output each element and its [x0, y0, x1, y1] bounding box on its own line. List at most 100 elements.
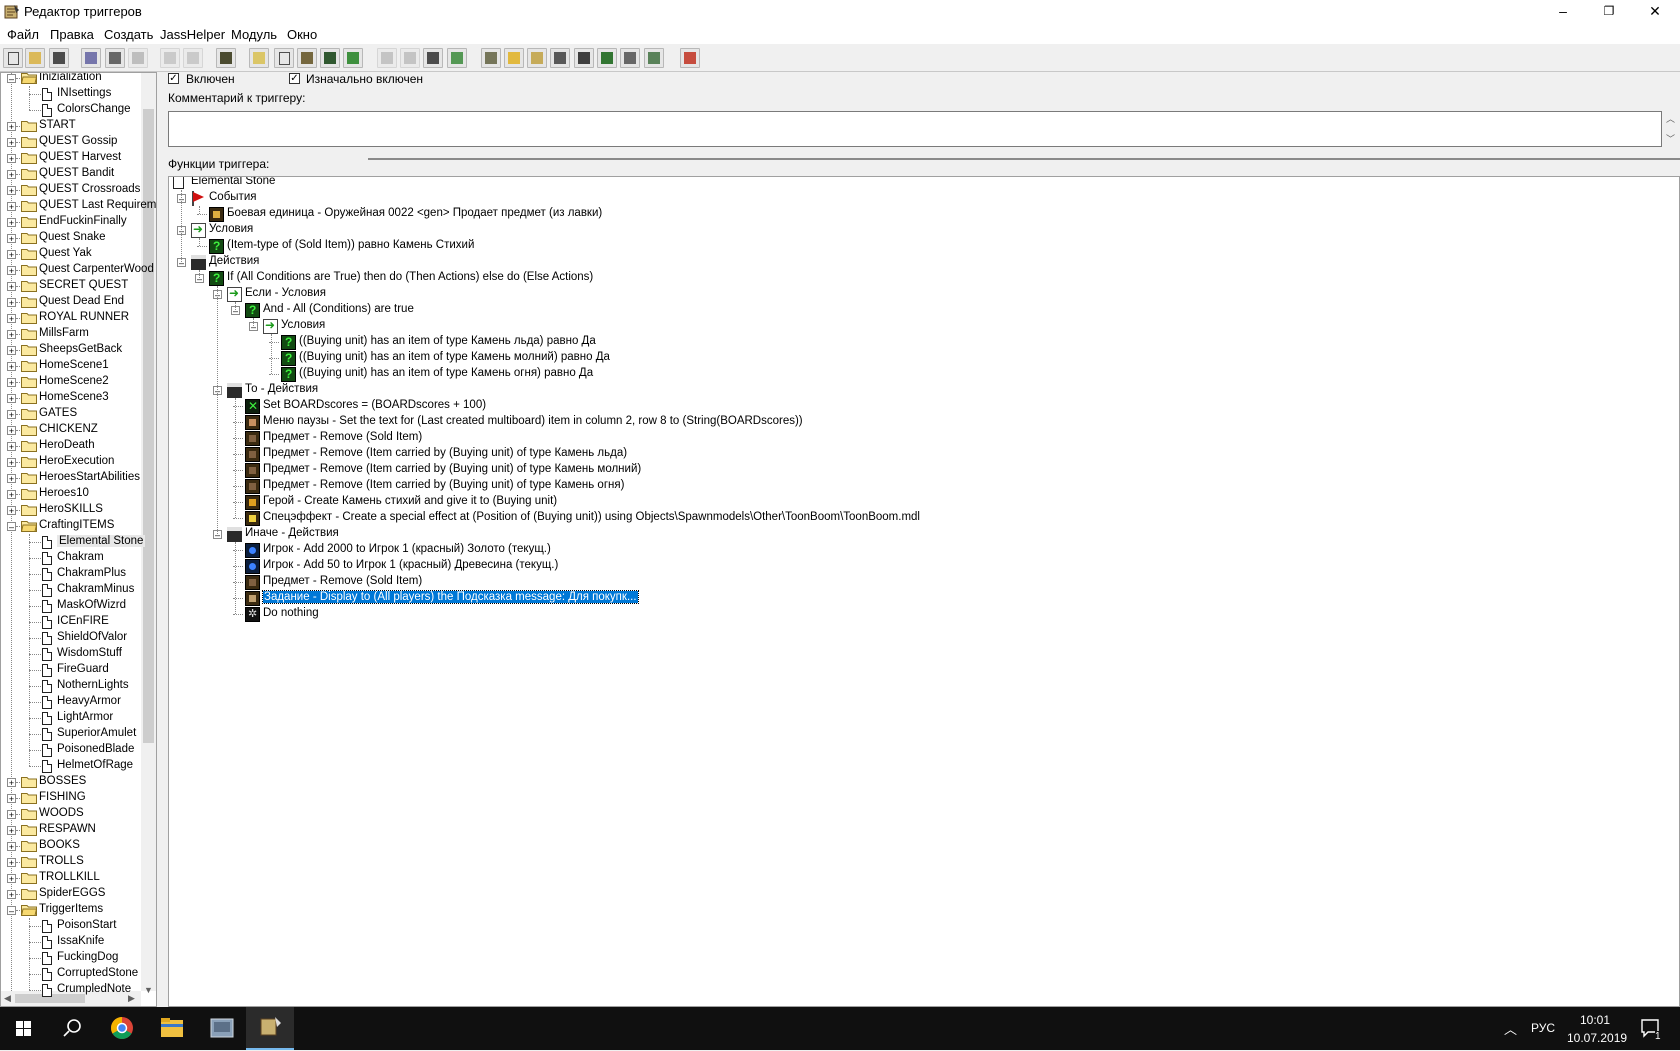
comment-textarea[interactable]	[168, 111, 1662, 147]
expand-icon[interactable]: +	[7, 410, 16, 420]
enabled-checkbox[interactable]: ✓	[168, 73, 179, 84]
expand-icon[interactable]: +	[7, 794, 16, 804]
expand-icon[interactable]: +	[7, 170, 16, 180]
tree-category[interactable]: + HeroDeath	[1, 438, 141, 454]
tree-category[interactable]: + SheepsGetBack	[1, 342, 141, 358]
expand-icon[interactable]: +	[7, 490, 16, 500]
copy-icon[interactable]	[105, 48, 125, 68]
expand-icon[interactable]: +	[7, 282, 16, 292]
chrome-icon[interactable]	[98, 1007, 146, 1050]
comment-scroll-down-icon[interactable]: ﹀	[1666, 132, 1675, 145]
expand-icon[interactable]: +	[7, 810, 16, 820]
expand-icon[interactable]: +	[7, 330, 16, 340]
start-windows-icon[interactable]	[0, 1007, 48, 1050]
function-tree-row[interactable]: Предмет - Remove (Item carried by (Buyin…	[169, 478, 1669, 494]
tree-category[interactable]: + TROLLS	[1, 854, 141, 870]
tree-category[interactable]: + HomeScene1	[1, 358, 141, 374]
variables-icon[interactable]	[343, 48, 363, 68]
tree-category[interactable]: + QUEST Harvest	[1, 150, 141, 166]
expand-icon[interactable]: +	[7, 442, 16, 452]
tree-category[interactable]: + BOOKS	[1, 838, 141, 854]
function-tree-row[interactable]: Предмет - Remove (Item carried by (Buyin…	[169, 446, 1669, 462]
new-comment-icon[interactable]	[297, 48, 317, 68]
initially-enabled-checkbox[interactable]: ✓	[289, 73, 300, 84]
tree-trigger-item[interactable]: INIsettings	[1, 86, 141, 102]
expand-icon[interactable]: +	[7, 778, 16, 788]
menu-jasshelper[interactable]: JassHelper	[160, 27, 225, 42]
expand-icon[interactable]: +	[7, 250, 16, 260]
new-condition-icon[interactable]	[400, 48, 420, 68]
import-manager-icon[interactable]	[644, 48, 664, 68]
test-run-icon[interactable]	[680, 48, 700, 68]
expand-icon[interactable]: +	[7, 154, 16, 164]
paste-icon[interactable]	[128, 48, 148, 68]
expand-icon[interactable]: +	[7, 426, 16, 436]
function-tree-row[interactable]: Игрок - Add 50 to Игрок 1 (красный) Древ…	[169, 558, 1669, 574]
tree-category[interactable]: + WOODS	[1, 806, 141, 822]
function-tree-row[interactable]: – События	[169, 190, 1669, 206]
tree-trigger-item[interactable]: ICEnFIRE	[1, 614, 141, 630]
tree-trigger-item[interactable]: ColorsChange	[1, 102, 141, 118]
function-tree-row[interactable]: –If (All Conditions are True) then do (T…	[169, 270, 1669, 286]
expand-icon[interactable]: +	[7, 874, 16, 884]
tree-category[interactable]: + Quest Yak	[1, 246, 141, 262]
cut-icon[interactable]	[81, 48, 101, 68]
new-action-icon[interactable]	[423, 48, 443, 68]
expand-icon[interactable]: +	[7, 858, 16, 868]
close-button[interactable]: ✕	[1632, 0, 1678, 24]
function-tree-row[interactable]: Предмет - Remove (Item carried by (Buyin…	[169, 462, 1669, 478]
tree-category[interactable]: + HomeScene3	[1, 390, 141, 406]
expand-icon[interactable]: +	[7, 362, 16, 372]
tree-category[interactable]: – TriggerItems	[1, 902, 141, 918]
expand-icon[interactable]: +	[7, 186, 16, 196]
trigger-editor-taskbar-button[interactable]	[246, 1007, 294, 1050]
function-tree-row[interactable]: Спецэффект - Create a special effect at …	[169, 510, 1669, 526]
tree-category[interactable]: + HeroesStartAbilities	[1, 470, 141, 486]
tree-trigger-item[interactable]: ChakramPlus	[1, 566, 141, 582]
function-tree-row[interactable]: –Условия	[169, 318, 1669, 334]
menu-create[interactable]: Создать	[104, 27, 153, 42]
tray-clock-time[interactable]: 10:01	[1580, 1013, 1610, 1027]
function-tree-row[interactable]: (Item-type of (Sold Item)) равно Камень …	[169, 238, 1669, 254]
scroll-down-arrow-icon[interactable]: ▼	[144, 985, 153, 995]
tree-trigger-item[interactable]: MaskOfWizrd	[1, 598, 141, 614]
tree-trigger-item[interactable]: FireGuard	[1, 662, 141, 678]
ai-editor-icon[interactable]	[597, 48, 617, 68]
minimize-button[interactable]: –	[1540, 0, 1586, 24]
tree-category[interactable]: + QUEST Last Requirement	[1, 198, 156, 214]
expand-icon[interactable]: +	[7, 234, 16, 244]
object-manager-icon[interactable]	[620, 48, 640, 68]
tree-trigger-item[interactable]: Chakram	[1, 550, 141, 566]
tree-category[interactable]: + HomeScene2	[1, 374, 141, 390]
function-tree-row[interactable]: Предмет - Remove (Sold Item)	[169, 574, 1669, 590]
new-icon[interactable]	[3, 48, 23, 68]
function-tree-row[interactable]: –Условия	[169, 222, 1669, 238]
expand-icon[interactable]: +	[7, 826, 16, 836]
tree-category[interactable]: + Quest Snake	[1, 230, 141, 246]
function-tree-row[interactable]: Меню паузы - Set the text for (Last crea…	[169, 414, 1669, 430]
tree-category[interactable]: + EndFuckinFinally	[1, 214, 141, 230]
function-tree-row[interactable]: Предмет - Remove (Sold Item)	[169, 430, 1669, 446]
tray-clock-date[interactable]: 10.07.2019	[1567, 1031, 1627, 1045]
function-tree-row[interactable]: – То - Действия	[169, 382, 1669, 398]
tree-category[interactable]: – Inizialization	[1, 73, 141, 86]
tree-trigger-item[interactable]: WisdomStuff	[1, 646, 141, 662]
tree-category[interactable]: + QUEST Crossroads	[1, 182, 141, 198]
input-language-indicator[interactable]: РУС	[1531, 1021, 1555, 1035]
tree-category[interactable]: + TROLLKILL	[1, 870, 141, 886]
function-tree-row[interactable]: ((Buying unit) has an item of type Камен…	[169, 366, 1669, 382]
new-variable-icon[interactable]	[320, 48, 340, 68]
expand-icon[interactable]: +	[7, 842, 16, 852]
tree-category[interactable]: + MillsFarm	[1, 326, 141, 342]
function-tree-row[interactable]: ((Buying unit) has an item of type Камен…	[169, 334, 1669, 350]
redo-icon[interactable]	[183, 48, 203, 68]
expand-icon[interactable]: +	[7, 202, 16, 212]
expand-icon[interactable]: +	[7, 218, 16, 228]
expand-icon[interactable]: +	[7, 314, 16, 324]
tree-category[interactable]: + Quest CarpenterWood	[1, 262, 154, 278]
tree-category[interactable]: + QUEST Gossip	[1, 134, 141, 150]
jass-icon[interactable]	[216, 48, 236, 68]
tree-trigger-item[interactable]: Elemental Stone	[1, 534, 146, 550]
function-tree-row[interactable]: – Иначе - Действия	[169, 526, 1669, 542]
tree-category[interactable]: + QUEST Bandit	[1, 166, 141, 182]
